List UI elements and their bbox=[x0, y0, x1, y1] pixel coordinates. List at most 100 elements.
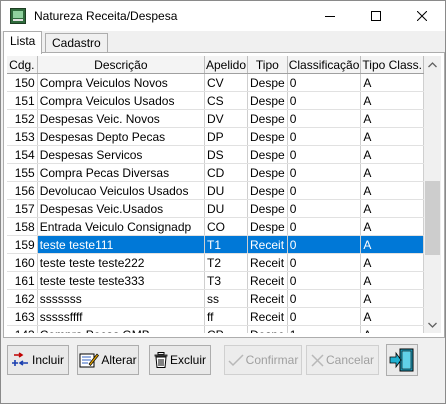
cell-classificacao: 0 bbox=[287, 73, 362, 92]
cell-descricao: teste teste111 bbox=[37, 235, 205, 254]
confirmar-label: Confirmar bbox=[245, 353, 299, 367]
cell-tipo-class: A bbox=[360, 307, 424, 326]
cancelar-button[interactable]: Cancelar bbox=[306, 345, 379, 375]
cell-cdg: 162 bbox=[7, 289, 38, 308]
confirmar-button[interactable]: Confirmar bbox=[224, 345, 302, 375]
excluir-label: Excluir bbox=[169, 353, 206, 367]
table-row[interactable]: 143Compra Pecas GMBCPDespe1A bbox=[7, 325, 424, 333]
table-row[interactable]: 156 Devolucao Veiculos Usados DU Despe 0 A bbox=[7, 181, 424, 200]
tab-panel-lista: Cdg. Descrição Apelido Tipo Classificaçã… bbox=[3, 52, 445, 338]
chevron-down-icon bbox=[428, 322, 437, 328]
cell-apelido: ff bbox=[204, 307, 249, 326]
cell-tipo-class: A bbox=[360, 235, 424, 254]
column-header-tipo-class[interactable]: Tipo Class. bbox=[360, 56, 424, 74]
cell-descricao: Despesas Veic.Usados bbox=[37, 199, 205, 218]
table-row[interactable]: 160 teste teste teste222 T2 Receit 0 A bbox=[7, 253, 424, 272]
cell-tipo: Despe bbox=[247, 145, 288, 164]
cell-apelido: DU bbox=[204, 199, 249, 218]
excluir-button[interactable]: Excluir bbox=[149, 345, 211, 375]
table-row[interactable]: 153 Despesas Depto Pecas DP Despe 0 A bbox=[7, 127, 424, 146]
cell-tipo-class: A bbox=[360, 145, 424, 164]
cell-classificacao: 0 bbox=[287, 109, 362, 128]
cell-tipo-class: A bbox=[360, 289, 424, 308]
column-header-cdg[interactable]: Cdg. bbox=[7, 56, 38, 74]
cell-classificacao: 0 bbox=[287, 181, 362, 200]
cell-apelido: CD bbox=[204, 163, 249, 182]
cell-cdg: 152 bbox=[7, 109, 38, 128]
cell-tipo: Receit bbox=[247, 289, 288, 308]
table-row[interactable]: 151 Compra Veiculos Usados CS Despe 0 A bbox=[7, 91, 424, 110]
grid-body: 150 Compra Veiculos Novos CV Despe 0 A 151 Comp… bbox=[7, 73, 424, 333]
cell-descricao: sssssss bbox=[37, 289, 205, 308]
exit-button[interactable] bbox=[386, 344, 418, 376]
cell-tipo: Despe bbox=[247, 217, 288, 236]
cell-cdg: 160 bbox=[7, 253, 38, 272]
cell-descricao: Despesas Depto Pecas bbox=[37, 127, 205, 146]
maximize-button[interactable] bbox=[353, 1, 399, 31]
cell-apelido: T2 bbox=[204, 253, 249, 272]
cell-tipo: Receit bbox=[247, 235, 288, 254]
cell-descricao: Compra Veiculos Usados bbox=[37, 91, 205, 110]
cell-tipo-class: A bbox=[360, 199, 424, 218]
cell-descricao: Compra Pecas Diversas bbox=[37, 163, 205, 182]
table-row[interactable]: 159 teste teste111 T1 Receit 0 A bbox=[7, 235, 424, 254]
window-title: Natureza Receita/Despesa bbox=[34, 9, 178, 23]
table-row[interactable]: 162 sssssss ss Receit 0 A bbox=[7, 289, 424, 308]
table-row[interactable]: 163 sssssffff ff Receit 0 A bbox=[7, 307, 424, 326]
cell-tipo: Despe bbox=[247, 325, 288, 333]
table-row[interactable]: 158 Entrada Veiculo Consignadp CO Despe 0 A bbox=[7, 217, 424, 236]
column-header-descricao[interactable]: Descrição bbox=[37, 56, 205, 74]
scroll-down-button[interactable] bbox=[424, 316, 441, 333]
scroll-up-button[interactable] bbox=[424, 56, 441, 73]
cell-apelido: T1 bbox=[204, 235, 249, 254]
cell-descricao: Devolucao Veiculos Usados bbox=[37, 181, 205, 200]
tab-lista[interactable]: Lista bbox=[3, 31, 43, 54]
cell-descricao: Despesas Veic. Novos bbox=[37, 109, 205, 128]
cell-apelido: DS bbox=[204, 145, 249, 164]
cell-classificacao: 1 bbox=[287, 325, 362, 333]
cell-classificacao: 0 bbox=[287, 289, 362, 308]
close-button[interactable] bbox=[399, 1, 445, 31]
maximize-icon bbox=[371, 11, 381, 21]
table-row[interactable]: 150 Compra Veiculos Novos CV Despe 0 A bbox=[7, 73, 424, 92]
cell-classificacao: 0 bbox=[287, 253, 362, 272]
cell-tipo-class: A bbox=[360, 217, 424, 236]
cell-tipo-class: A bbox=[360, 325, 424, 333]
table-row[interactable]: 161 teste teste teste333 T3 Receit 0 A bbox=[7, 271, 424, 290]
tab-strip: Lista Cadastro bbox=[1, 31, 445, 54]
cell-apelido: CS bbox=[204, 91, 249, 110]
table-row[interactable]: 157 Despesas Veic.Usados DU Despe 0 A bbox=[7, 199, 424, 218]
minimize-button[interactable] bbox=[307, 1, 353, 31]
add-record-icon bbox=[11, 352, 28, 366]
incluir-button[interactable]: Incluir bbox=[7, 345, 69, 375]
table-row[interactable]: 154 Despesas Servicos DS Despe 0 A bbox=[7, 145, 424, 164]
cell-tipo-class: A bbox=[360, 181, 424, 200]
column-header-apelido[interactable]: Apelido bbox=[204, 56, 249, 74]
app-icon bbox=[10, 8, 26, 24]
cell-descricao: sssssffff bbox=[37, 307, 205, 326]
column-header-tipo[interactable]: Tipo bbox=[247, 56, 288, 74]
cell-tipo: Despe bbox=[247, 91, 288, 110]
app-window: Natureza Receita/Despesa Lista Cadastro … bbox=[0, 0, 446, 404]
cell-classificacao: 0 bbox=[287, 235, 362, 254]
alterar-button[interactable]: Alterar bbox=[77, 345, 139, 375]
title-bar: Natureza Receita/Despesa bbox=[1, 1, 445, 31]
exit-door-icon bbox=[389, 348, 414, 372]
header-row: Cdg. Descrição Apelido Tipo Classificaçã… bbox=[7, 56, 424, 74]
table-row[interactable]: 152 Despesas Veic. Novos DV Despe 0 A bbox=[7, 109, 424, 128]
cell-cdg: 155 bbox=[7, 163, 38, 182]
cell-cdg: 157 bbox=[7, 199, 38, 218]
cell-cdg: 156 bbox=[7, 181, 38, 200]
cell-tipo-class: A bbox=[360, 163, 424, 182]
column-header-classificacao[interactable]: Classificação bbox=[287, 56, 362, 74]
cell-descricao: Despesas Servicos bbox=[37, 145, 205, 164]
vertical-scrollbar[interactable] bbox=[424, 56, 441, 333]
cell-classificacao: 0 bbox=[287, 91, 362, 110]
data-grid[interactable]: Cdg. Descrição Apelido Tipo Classificaçã… bbox=[7, 56, 424, 333]
table-row[interactable]: 155 Compra Pecas Diversas CD Despe 0 A bbox=[7, 163, 424, 182]
scroll-thumb[interactable] bbox=[425, 181, 440, 255]
cell-tipo: Receit bbox=[247, 271, 288, 290]
cell-cdg: 151 bbox=[7, 91, 38, 110]
tab-cadastro[interactable]: Cadastro bbox=[45, 33, 108, 53]
cell-apelido: DV bbox=[204, 109, 249, 128]
